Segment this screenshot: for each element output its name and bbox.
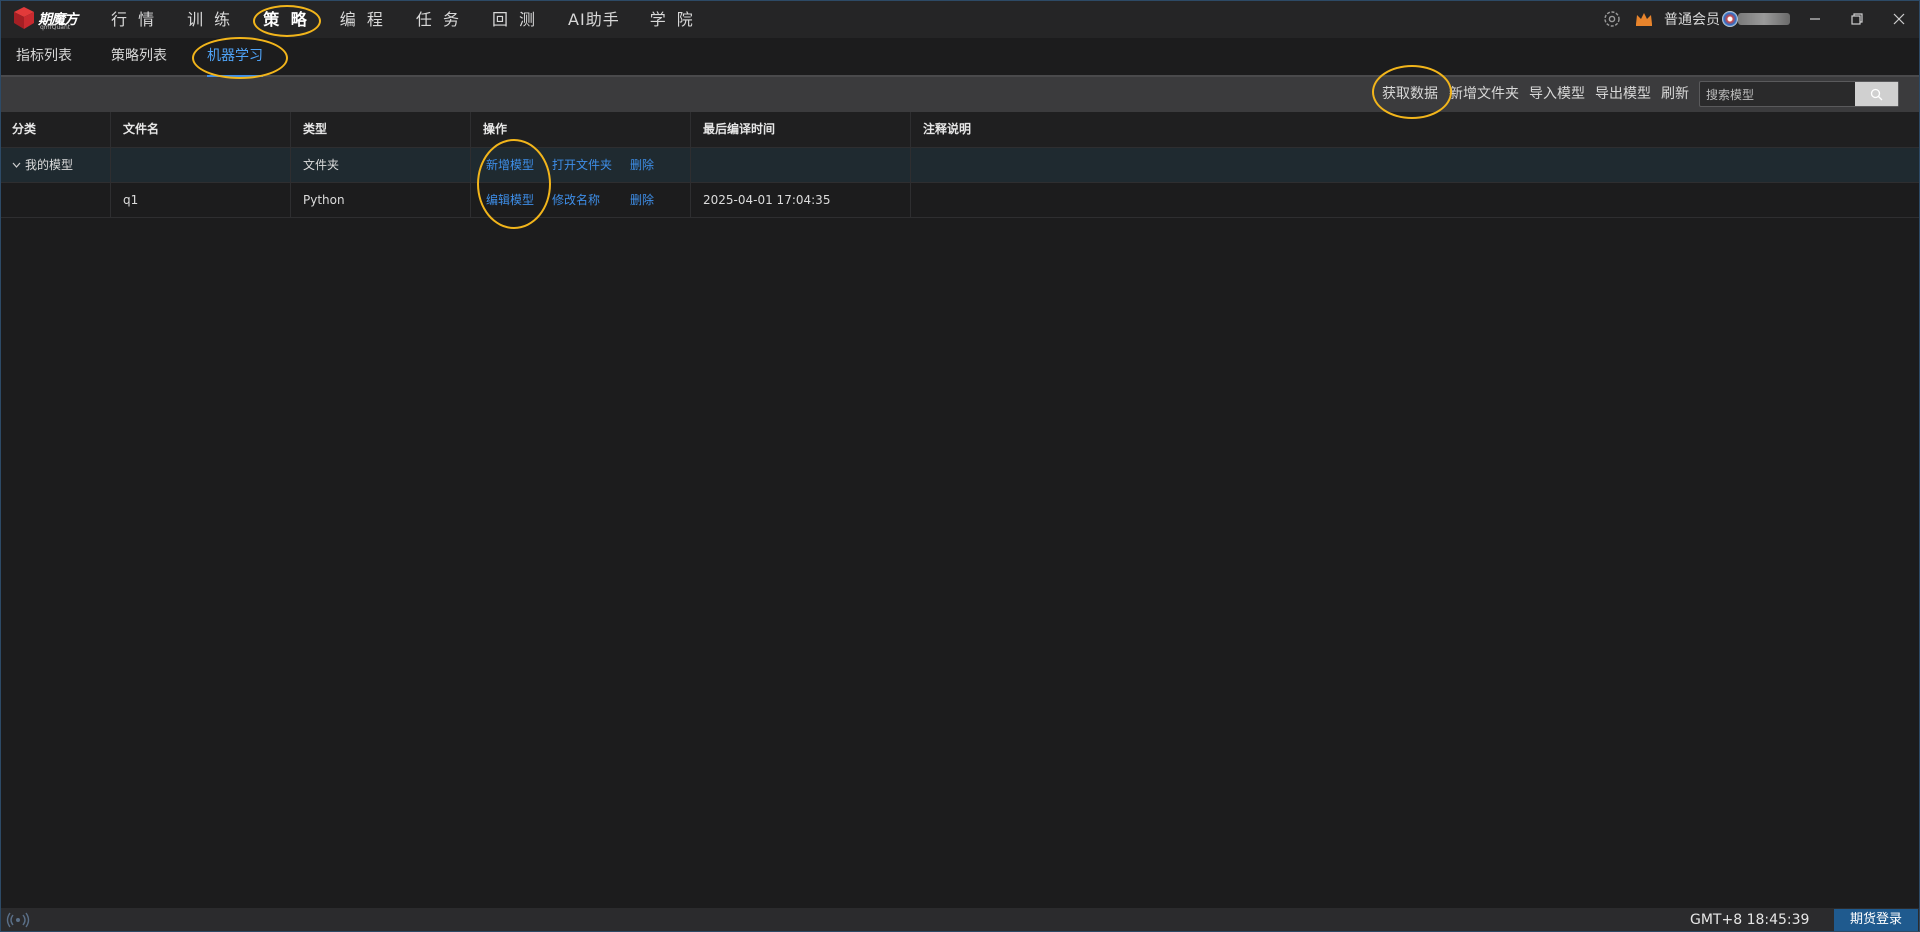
tab-strategy-list[interactable]: 策略列表 bbox=[111, 38, 167, 75]
nav-academy[interactable]: 学 院 bbox=[635, 0, 711, 38]
nav-backtest[interactable]: 回 测 bbox=[477, 0, 553, 38]
tab-indicator-list[interactable]: 指标列表 bbox=[16, 38, 72, 75]
cell-category[interactable]: 我的模型 bbox=[0, 148, 111, 182]
table-header: 分类 文件名 类型 操作 最后编译时间 注释说明 bbox=[0, 112, 1920, 148]
cell-note bbox=[911, 148, 1920, 182]
cell-actions: 编辑模型 修改名称 删除 bbox=[471, 183, 691, 217]
nav-ai-assistant[interactable]: AI助手 bbox=[553, 0, 635, 38]
new-folder-button[interactable]: 新增文件夹 bbox=[1449, 77, 1519, 112]
edit-model-link[interactable]: 编辑模型 bbox=[486, 183, 534, 217]
cube-logo-icon bbox=[14, 7, 34, 29]
minimize-icon bbox=[1810, 18, 1820, 20]
main-nav: 行 情 训 练 策 略 编 程 任 务 回 测 AI助手 学 院 bbox=[96, 0, 711, 38]
cell-filename bbox=[111, 148, 291, 182]
cell-compiled: 2025-04-01 17:04:35 bbox=[691, 183, 911, 217]
delete-model-link[interactable]: 删除 bbox=[630, 183, 654, 217]
title-bar: 期魔方 qmfQuant 行 情 训 练 策 略 编 程 任 务 回 测 AI助… bbox=[0, 0, 1920, 38]
toolbar: 获取数据 新增文件夹 导入模型 导出模型 刷新 bbox=[0, 77, 1920, 112]
search-input[interactable] bbox=[1700, 82, 1863, 108]
rename-link[interactable]: 修改名称 bbox=[552, 183, 600, 217]
col-actions[interactable]: 操作 bbox=[471, 112, 691, 147]
import-model-button[interactable]: 导入模型 bbox=[1529, 77, 1585, 112]
app-logo: 期魔方 qmfQuant bbox=[14, 6, 84, 32]
member-level[interactable]: 普通会员 bbox=[1664, 9, 1720, 29]
table-row[interactable]: q1 Python 编辑模型 修改名称 删除 2025-04-01 17:04:… bbox=[0, 183, 1920, 218]
status-time: GMT+8 18:45:39 bbox=[1690, 912, 1810, 928]
minimize-button[interactable] bbox=[1794, 0, 1836, 38]
search-icon bbox=[1870, 88, 1883, 100]
cell-type: 文件夹 bbox=[291, 148, 471, 182]
logo-subtitle: qmfQuant bbox=[40, 24, 71, 31]
search-box bbox=[1699, 81, 1899, 108]
futures-login-button[interactable]: 期货登录 bbox=[1834, 909, 1918, 931]
cell-category bbox=[0, 183, 111, 217]
col-notes[interactable]: 注释说明 bbox=[911, 112, 1920, 147]
cell-compiled bbox=[691, 148, 911, 182]
cell-type: Python bbox=[291, 183, 471, 217]
nav-strategy[interactable]: 策 略 bbox=[248, 0, 325, 38]
nav-training[interactable]: 训 练 bbox=[172, 0, 248, 38]
add-model-link[interactable]: 新增模型 bbox=[486, 148, 534, 182]
tab-machine-learning[interactable]: 机器学习 bbox=[207, 38, 263, 77]
restore-button[interactable] bbox=[1836, 0, 1878, 38]
table-row[interactable]: 我的模型 文件夹 新增模型 打开文件夹 删除 bbox=[0, 148, 1920, 183]
nav-tasks[interactable]: 任 务 bbox=[401, 0, 477, 38]
sub-tabs: 指标列表 策略列表 机器学习 bbox=[0, 38, 1920, 77]
nav-market[interactable]: 行 情 bbox=[96, 0, 172, 38]
col-category[interactable]: 分类 bbox=[0, 112, 111, 147]
col-type[interactable]: 类型 bbox=[291, 112, 471, 147]
signal-icon bbox=[6, 912, 30, 928]
cell-note bbox=[911, 183, 1920, 217]
chevron-down-icon[interactable] bbox=[12, 162, 21, 169]
col-last-compiled[interactable]: 最后编译时间 bbox=[691, 112, 911, 147]
avatar[interactable] bbox=[1722, 11, 1738, 27]
restore-icon bbox=[1851, 13, 1863, 25]
cell-actions: 新增模型 打开文件夹 删除 bbox=[471, 148, 691, 182]
username-redacted bbox=[1738, 13, 1790, 25]
col-filename[interactable]: 文件名 bbox=[111, 112, 291, 147]
export-model-button[interactable]: 导出模型 bbox=[1595, 77, 1651, 112]
cell-filename: q1 bbox=[111, 183, 291, 217]
folder-name: 我的模型 bbox=[25, 158, 74, 172]
search-button[interactable] bbox=[1855, 82, 1898, 106]
status-bar: GMT+8 18:45:39 期货登录 bbox=[0, 908, 1920, 932]
close-icon bbox=[1893, 13, 1905, 25]
close-button[interactable] bbox=[1878, 0, 1920, 38]
fetch-data-button[interactable]: 获取数据 bbox=[1382, 77, 1438, 112]
delete-folder-link[interactable]: 删除 bbox=[630, 148, 654, 182]
nav-programming[interactable]: 编 程 bbox=[325, 0, 401, 38]
refresh-button[interactable]: 刷新 bbox=[1661, 77, 1689, 112]
open-folder-link[interactable]: 打开文件夹 bbox=[552, 148, 612, 182]
settings-icon[interactable] bbox=[1602, 9, 1622, 29]
crown-icon bbox=[1636, 13, 1652, 26]
